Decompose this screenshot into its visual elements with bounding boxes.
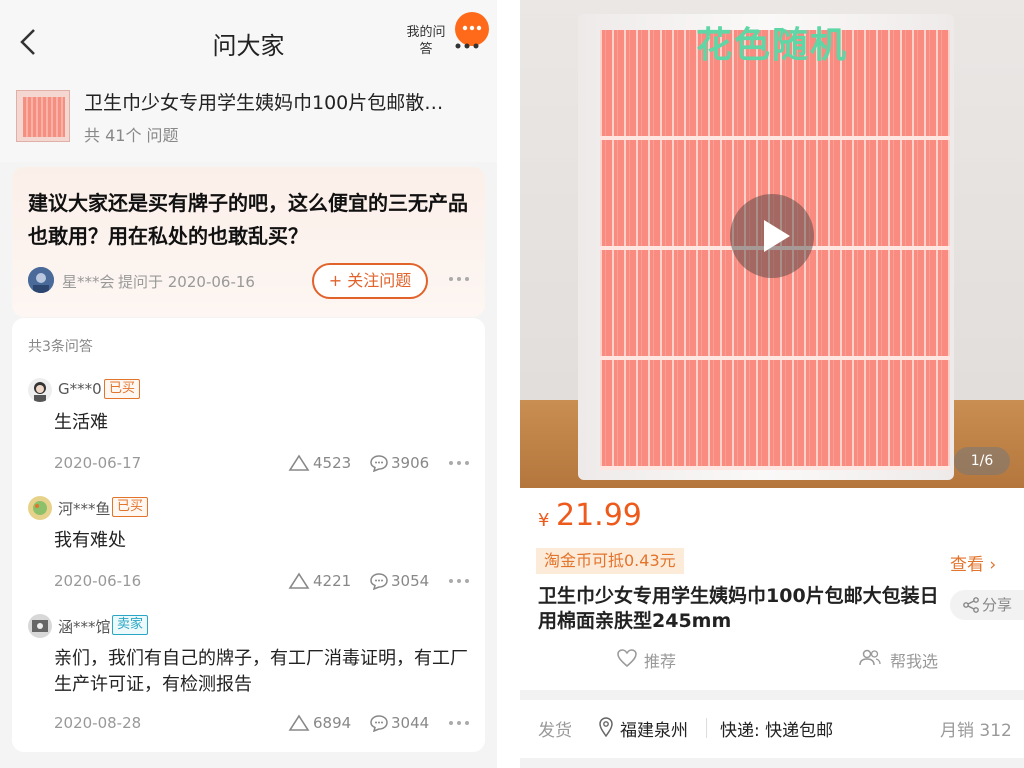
comment-count: 3044 bbox=[391, 714, 430, 732]
more-icon[interactable] bbox=[448, 718, 470, 728]
my-answers-link[interactable]: 我的问答 bbox=[404, 24, 448, 58]
help-choose-label: 帮我选 bbox=[890, 652, 939, 671]
comment-count: 3906 bbox=[391, 454, 430, 472]
answer-user: 涵***馆 bbox=[58, 618, 111, 636]
answer-user: 河***鱼 bbox=[58, 500, 111, 518]
product-image-carousel[interactable]: 花色随机 1/6 bbox=[520, 0, 1024, 488]
top-bar: 问大家 我的问答 bbox=[0, 0, 497, 80]
answer-text: 我有难处 bbox=[54, 530, 126, 551]
people-icon bbox=[859, 649, 881, 666]
answer-text: 生活难 bbox=[54, 412, 108, 433]
qa-panel: 问大家 我的问答 卫生巾少女专用学生姨妈巾100片包邮散… 共 41个 问题 建… bbox=[0, 0, 497, 768]
heart-icon bbox=[617, 649, 637, 667]
product-panel: 花色随机 1/6 ¥ 21.99 淘金币可抵0.43元 查看 › 卫生巾少女专用… bbox=[520, 0, 1024, 768]
question-card: 建议大家还是买有牌子的吧，这么便宜的三无产品也敢用？用在私处的也敢乱买？ 星**… bbox=[12, 167, 485, 317]
avatar[interactable] bbox=[28, 378, 52, 402]
recommend-label: 推荐 bbox=[644, 652, 677, 671]
answers-count: 共3条问答 bbox=[28, 339, 93, 355]
answer-user: G***0 bbox=[58, 380, 102, 398]
like-count: 4523 bbox=[313, 454, 352, 472]
more-icon[interactable] bbox=[455, 36, 479, 49]
ship-label: 发货 bbox=[538, 721, 572, 741]
price: 21.99 bbox=[556, 498, 642, 533]
follow-question-button[interactable]: + 关注问题 bbox=[312, 263, 428, 299]
answer-date: 2020-08-28 bbox=[54, 714, 142, 732]
view-link[interactable]: 查看 › bbox=[950, 550, 996, 575]
status-badge: 已买 bbox=[112, 497, 149, 517]
comment-icon[interactable] bbox=[369, 454, 389, 472]
help-choose-button[interactable]: 帮我选 bbox=[858, 648, 938, 672]
answer-date: 2020-06-17 bbox=[54, 454, 142, 472]
product-title: 卫生巾少女专用学生姨妈巾100片包邮散… bbox=[84, 92, 444, 114]
answer-text: 亲们，我们有自己的牌子，有工厂消毒证明，有工厂生产许可证，有检测报告 bbox=[54, 648, 468, 695]
like-count: 6894 bbox=[313, 714, 352, 732]
panel-gap bbox=[497, 0, 520, 768]
goods-title: 卫生巾少女专用学生姨妈巾100片包邮大包装日用棉面亲肤型245mm bbox=[538, 585, 939, 632]
share-icon bbox=[963, 597, 979, 613]
comment-icon[interactable] bbox=[369, 714, 389, 732]
answers-list: 共3条问答 G***0 已买 生活难 2020-06-17 4523 3906 … bbox=[12, 318, 485, 752]
asked-date: 提问于 2020-06-16 bbox=[118, 273, 255, 291]
shipping-row[interactable]: 发货 福建泉州 快递: 快递包邮 月销 312 bbox=[520, 700, 1024, 758]
product-thumbnail bbox=[16, 90, 70, 142]
answer-date: 2020-06-16 bbox=[54, 572, 142, 590]
more-icon[interactable] bbox=[448, 576, 470, 586]
like-triangle-icon[interactable] bbox=[288, 572, 310, 590]
coin-offset-tag: 淘金币可抵0.43元 bbox=[536, 548, 684, 574]
share-label: 分享 bbox=[982, 596, 1013, 614]
like-triangle-icon[interactable] bbox=[288, 454, 310, 472]
separator bbox=[706, 718, 707, 738]
more-icon[interactable] bbox=[448, 458, 470, 468]
avatar[interactable] bbox=[28, 267, 54, 293]
photo-caption: 花色随机 bbox=[695, 25, 848, 66]
price-section: ¥ 21.99 淘金币可抵0.43元 查看 › 卫生巾少女专用学生姨妈巾100片… bbox=[520, 488, 1024, 690]
play-icon[interactable] bbox=[730, 194, 814, 278]
status-badge: 已买 bbox=[104, 379, 141, 399]
page-indicator: 1/6 bbox=[954, 447, 1010, 475]
question-text: 建议大家还是买有牌子的吧，这么便宜的三无产品也敢用？用在私处的也敢乱买？ bbox=[28, 191, 468, 248]
express-info: 快递: 快递包邮 bbox=[720, 721, 834, 741]
like-triangle-icon[interactable] bbox=[288, 714, 310, 732]
share-button[interactable]: 分享 bbox=[950, 590, 1024, 620]
monthly-sales: 月销 312 bbox=[940, 721, 1012, 741]
recommend-button[interactable]: 推荐 bbox=[616, 648, 676, 672]
asker-name: 星***会 bbox=[62, 273, 115, 291]
location-pin-icon bbox=[599, 717, 613, 737]
like-count: 4221 bbox=[313, 572, 352, 590]
comment-count: 3054 bbox=[391, 572, 430, 590]
seller-badge: 卖家 bbox=[112, 615, 149, 635]
more-icon[interactable] bbox=[448, 271, 470, 285]
price-symbol: ¥ bbox=[538, 510, 550, 531]
question-count: 共 41个 问题 bbox=[84, 126, 179, 145]
avatar[interactable] bbox=[28, 496, 52, 520]
ship-from: 福建泉州 bbox=[620, 721, 688, 741]
avatar[interactable] bbox=[28, 614, 52, 638]
product-summary[interactable]: 卫生巾少女专用学生姨妈巾100片包邮散… 共 41个 问题 bbox=[0, 80, 497, 162]
comment-icon[interactable] bbox=[369, 572, 389, 590]
